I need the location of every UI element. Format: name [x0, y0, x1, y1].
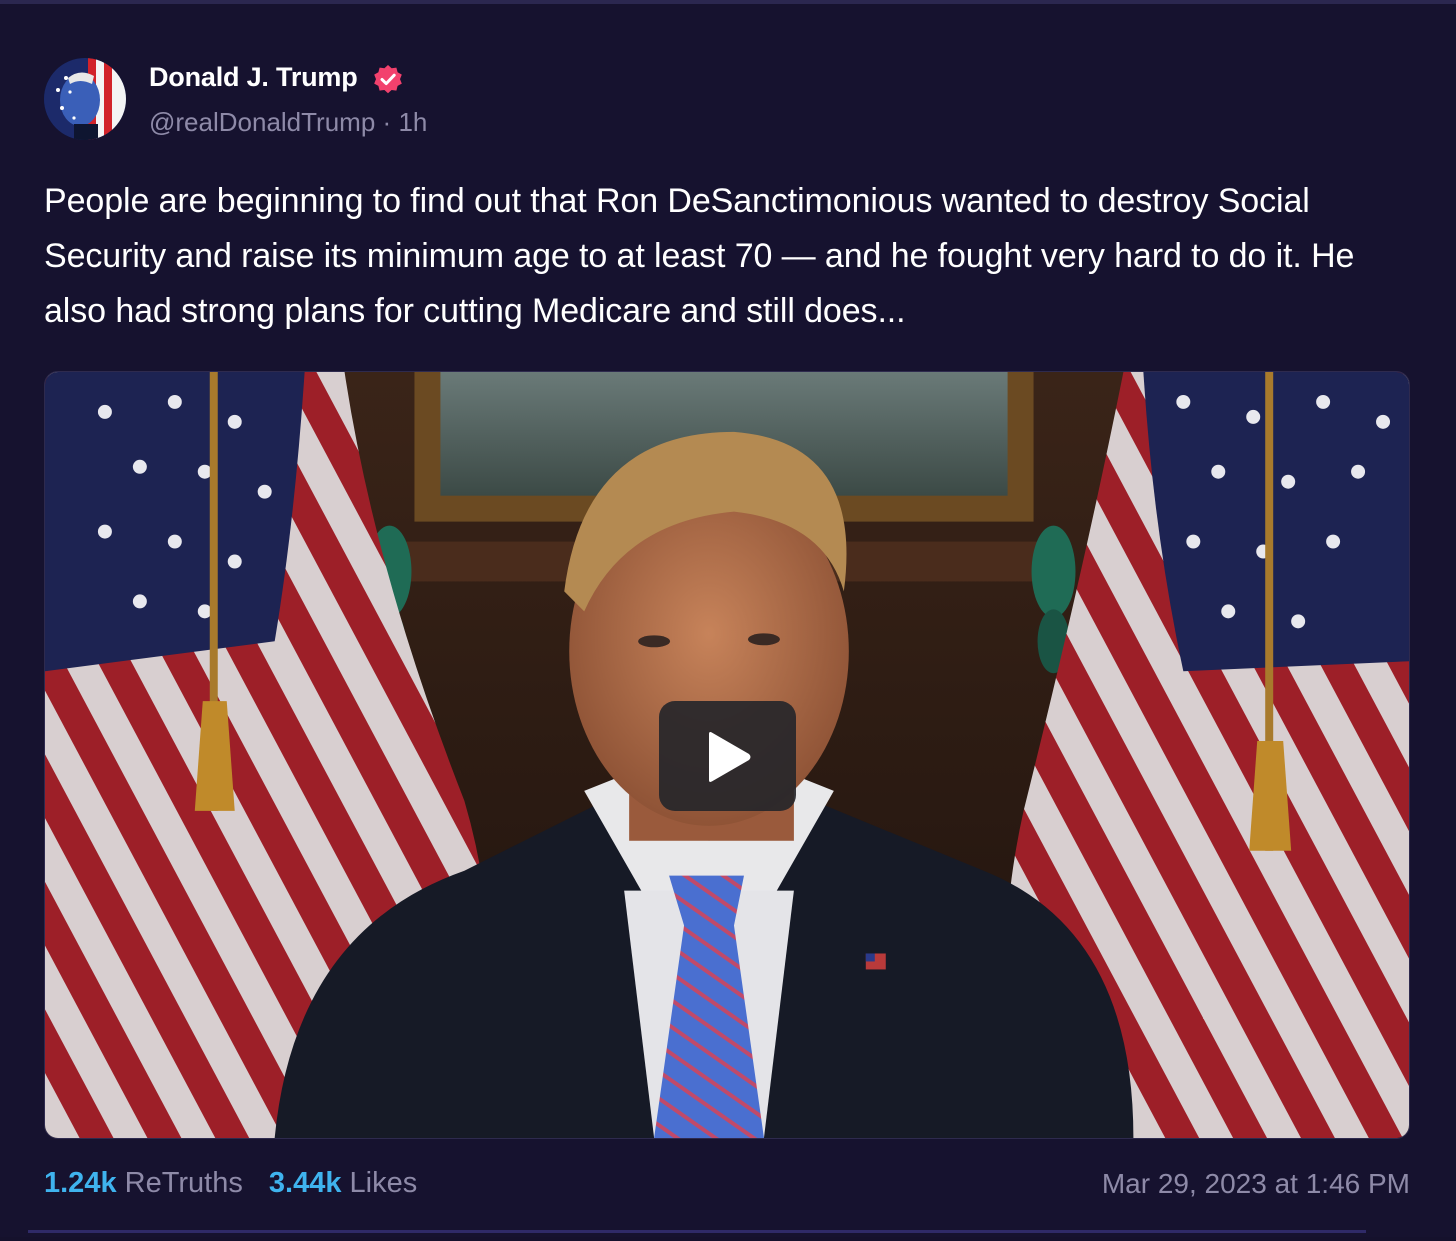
relative-time[interactable]: 1h: [398, 107, 427, 137]
play-icon: [709, 732, 751, 782]
retruths-label: ReTruths: [124, 1167, 243, 1199]
video-player[interactable]: [44, 371, 1410, 1139]
author-handle[interactable]: @realDonaldTrump: [149, 107, 375, 137]
meta-separator: ·: [382, 107, 392, 137]
retruths-count: 1.24k: [44, 1167, 117, 1199]
author-name[interactable]: Donald J. Trump: [149, 62, 358, 93]
avatar-image: [44, 58, 126, 140]
post-text: People are beginning to find out that Ro…: [44, 182, 1355, 330]
retruths-stat[interactable]: 1.24k ReTruths: [44, 1167, 243, 1200]
post-meta: @realDonaldTrump · 1h: [149, 107, 427, 138]
post-card: Donald J. Trump @realDonaldTrump · 1h Pe…: [44, 4, 1410, 1241]
verified-badge-icon: [374, 65, 402, 94]
likes-count: 3.44k: [268, 1167, 342, 1199]
likes-stat[interactable]: 3.44k Likes: [269, 1167, 417, 1200]
post-timestamp[interactable]: Mar 29, 2023 at 1:46 PM: [1102, 1168, 1410, 1200]
divider: [28, 1230, 1366, 1233]
truth-social-post-frame: Donald J. Trump @realDonaldTrump · 1h Pe…: [0, 0, 1456, 1237]
likes-label: Likes: [349, 1167, 418, 1199]
post-stats: 1.24k ReTruths 3.44k Likes: [44, 1167, 435, 1200]
avatar[interactable]: [44, 58, 126, 140]
play-button[interactable]: [659, 701, 796, 811]
